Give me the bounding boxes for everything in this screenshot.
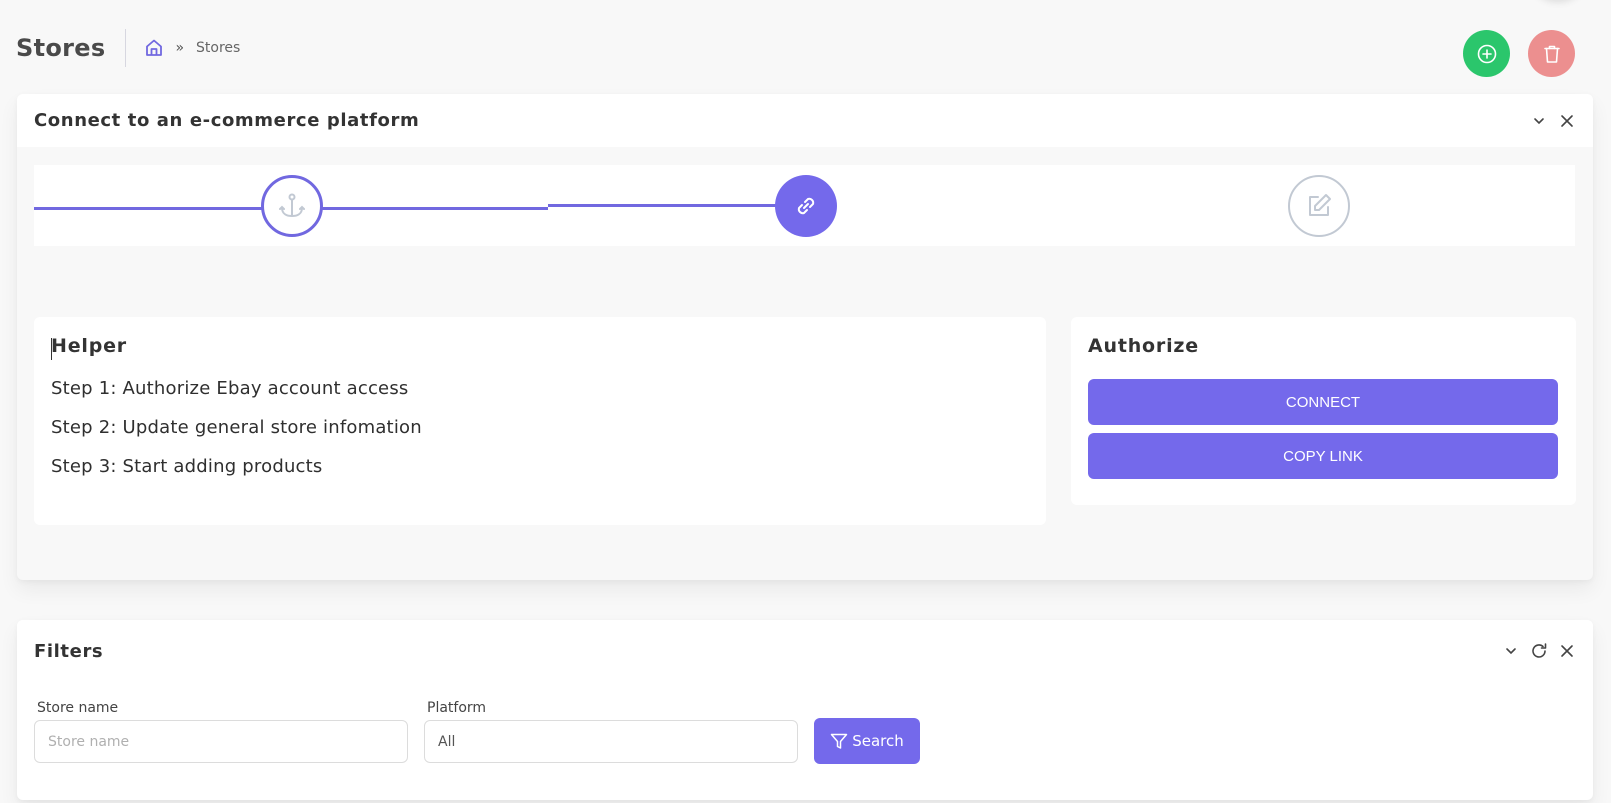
store-name-field: Store name xyxy=(34,700,408,763)
home-icon[interactable] xyxy=(144,38,164,58)
chevron-down-icon[interactable] xyxy=(1502,642,1520,660)
authorize-panel: Authorize CONNECT COPY LINK xyxy=(1071,317,1576,505)
step-link[interactable] xyxy=(775,175,837,237)
connect-button[interactable]: CONNECT xyxy=(1088,379,1558,425)
page-header: Stores » Stores xyxy=(16,28,240,68)
store-name-input[interactable] xyxy=(34,720,408,763)
platform-label: Platform xyxy=(427,700,487,716)
add-store-button[interactable] xyxy=(1463,30,1510,77)
copy-link-button[interactable]: COPY LINK xyxy=(1088,433,1558,479)
edit-icon xyxy=(1309,194,1331,216)
helper-title-text: Helper xyxy=(51,335,127,357)
chevron-down-icon[interactable] xyxy=(1530,112,1548,130)
connect-platform-card: Connect to an e-commerce platform Helper… xyxy=(17,94,1593,580)
authorize-title: Authorize xyxy=(1088,335,1199,357)
step-edit[interactable] xyxy=(1288,175,1350,237)
helper-step: Step 1: Authorize Ebay account access xyxy=(51,378,409,399)
platform-field: Platform xyxy=(424,700,798,763)
text-caret xyxy=(51,338,52,360)
filters-card: Filters Store name Platform xyxy=(17,620,1593,800)
card-tools xyxy=(1530,112,1576,130)
filters-form: Store name Platform Search xyxy=(34,700,920,764)
filter-icon xyxy=(830,733,848,749)
anchor-icon xyxy=(279,193,305,218)
breadcrumb-current: Stores xyxy=(196,40,241,56)
helper-step: Step 3: Start adding products xyxy=(51,456,323,477)
search-button-label: Search xyxy=(852,732,904,750)
refresh-icon[interactable] xyxy=(1530,642,1548,660)
store-name-label: Store name xyxy=(37,700,119,716)
card-header: Connect to an e-commerce platform xyxy=(17,94,1593,147)
card-title: Connect to an e-commerce platform xyxy=(34,110,420,131)
page-title: Stores xyxy=(16,34,106,62)
card-title: Filters xyxy=(34,640,104,662)
trash-icon xyxy=(1543,45,1560,63)
step-anchor[interactable] xyxy=(261,175,323,237)
helper-title: Helper xyxy=(51,335,1029,360)
card-header: Filters xyxy=(17,620,1593,682)
platform-select[interactable] xyxy=(424,720,798,763)
close-icon[interactable] xyxy=(1558,642,1576,660)
stepper-line-active xyxy=(548,204,788,207)
header-divider xyxy=(125,29,127,67)
link-icon xyxy=(797,197,815,215)
card-tools xyxy=(1502,642,1576,660)
helper-panel: Helper Step 1: Authorize Ebay account ac… xyxy=(34,317,1046,525)
delete-store-button[interactable] xyxy=(1528,30,1575,77)
helper-step: Step 2: Update general store infomation xyxy=(51,417,422,438)
breadcrumb-separator: » xyxy=(175,40,185,56)
search-button[interactable]: Search xyxy=(814,718,920,764)
close-icon[interactable] xyxy=(1558,112,1576,130)
stepper xyxy=(34,165,1575,246)
breadcrumb: » Stores xyxy=(144,38,240,58)
plus-circle-icon xyxy=(1477,44,1496,63)
